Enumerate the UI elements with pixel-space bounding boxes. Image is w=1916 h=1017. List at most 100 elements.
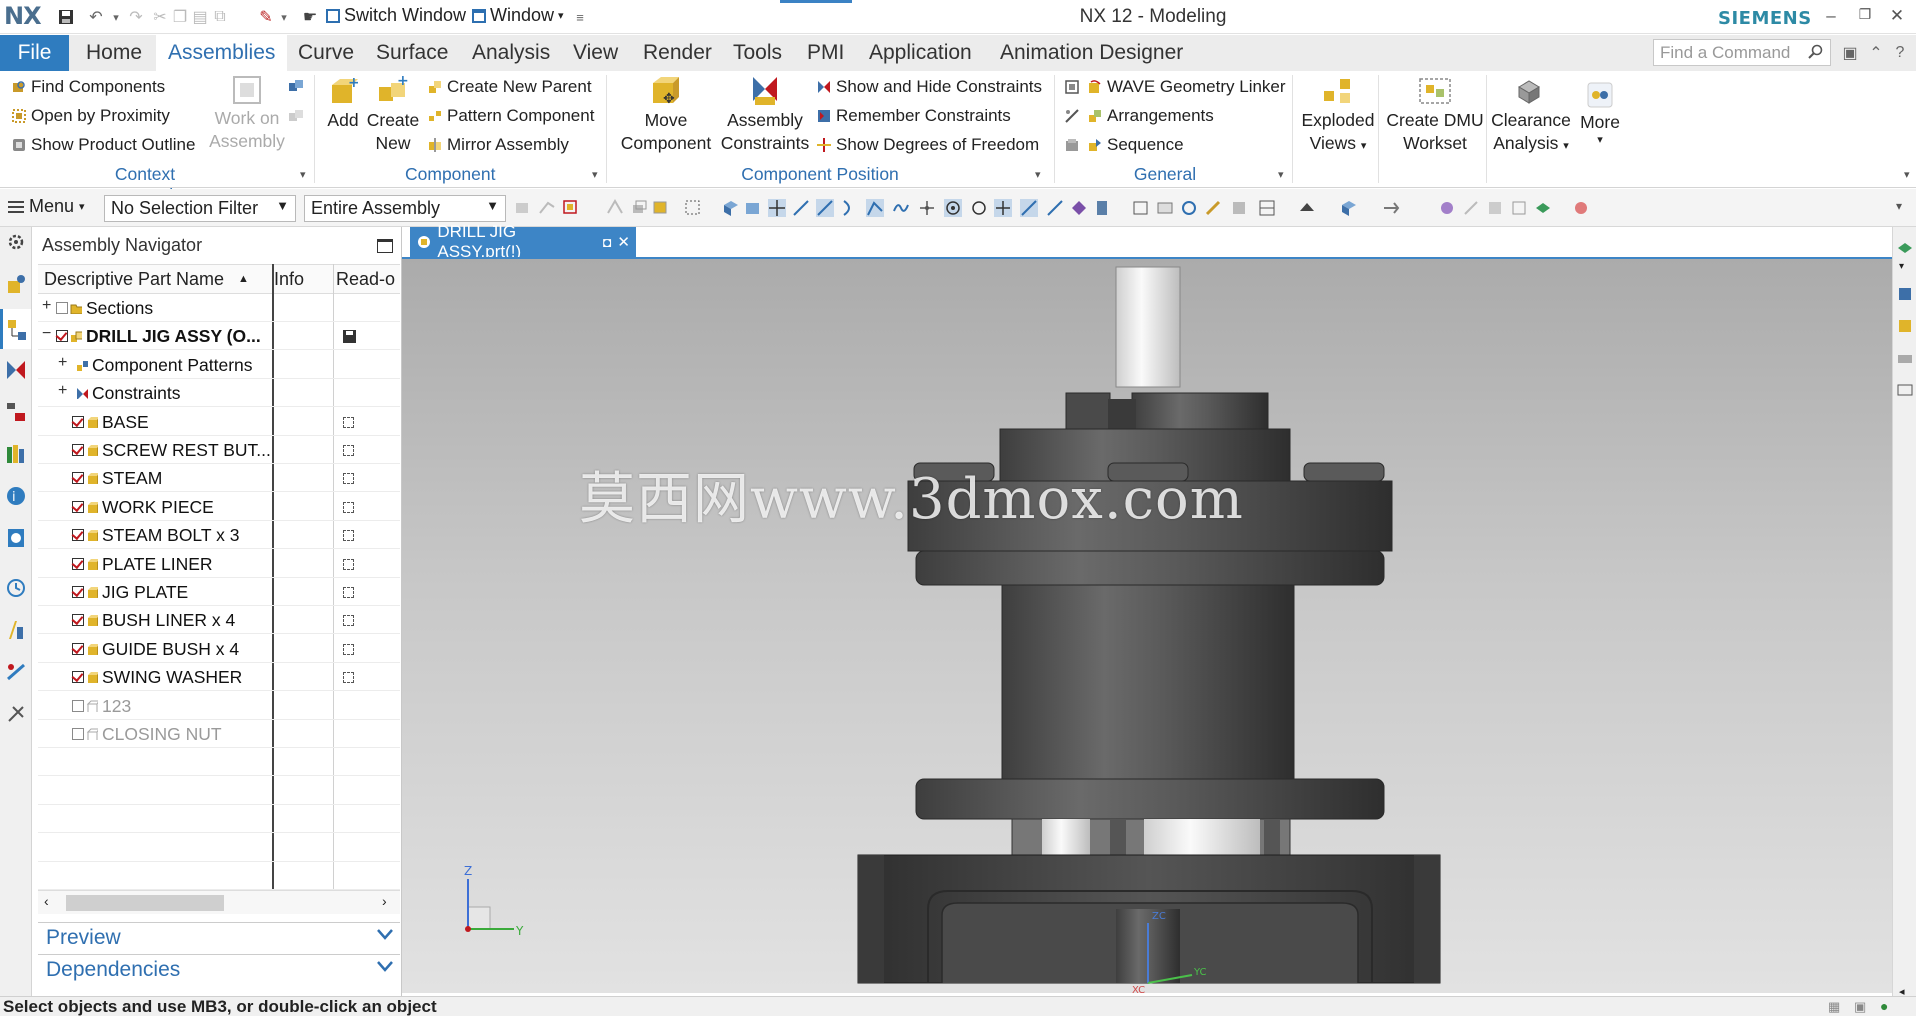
- visibility-checkbox[interactable]: [72, 586, 84, 598]
- visibility-checkbox[interactable]: [72, 472, 84, 485]
- tree-row[interactable]: + Constraints: [38, 379, 400, 408]
- sort-ascending-icon[interactable]: ▲: [238, 273, 249, 285]
- select-component-icon[interactable]: [652, 199, 670, 217]
- snap-point-icon[interactable]: [768, 199, 786, 217]
- visibility-checkbox[interactable]: [72, 728, 84, 740]
- measure-icon[interactable]: [1462, 199, 1480, 217]
- settings-gear-icon[interactable]: [5, 231, 27, 253]
- constraint-navigator-icon[interactable]: [5, 359, 27, 381]
- visibility-checkbox[interactable]: [72, 415, 84, 428]
- repeat-command-icon[interactable]: ✎: [256, 6, 276, 28]
- status-globe-icon[interactable]: ●: [1880, 998, 1888, 1014]
- toolbar-overflow-icon[interactable]: ▾: [1896, 199, 1902, 213]
- component-position-group-arrow-icon[interactable]: ▾: [1035, 168, 1041, 181]
- visibility-checkbox[interactable]: [72, 557, 84, 570]
- roles-palette-icon[interactable]: [1896, 285, 1914, 303]
- close-tab-icon[interactable]: ✕: [617, 233, 630, 251]
- close-button[interactable]: ✕: [1884, 6, 1910, 28]
- dependencies-panel-header[interactable]: Dependencies: [38, 954, 400, 984]
- visibility-checkbox[interactable]: [56, 330, 68, 343]
- process-studio-icon[interactable]: [5, 619, 27, 641]
- save-icon[interactable]: [56, 6, 76, 28]
- create-new-parent-button[interactable]: Create New Parent: [428, 77, 592, 97]
- minimize-ribbon-icon[interactable]: ⌃: [1866, 42, 1886, 64]
- tab-analysis[interactable]: Analysis: [470, 35, 552, 71]
- sequence-button[interactable]: Sequence: [1088, 135, 1184, 155]
- work-on-assembly-button[interactable]: Work on Assembly: [208, 75, 286, 153]
- select-feature-icon[interactable]: [606, 199, 624, 217]
- manufacturing-wizard-icon[interactable]: [5, 661, 27, 683]
- tab-curve[interactable]: Curve: [296, 35, 356, 71]
- column-info[interactable]: Info: [274, 269, 304, 290]
- collapse-icon[interactable]: −: [42, 325, 51, 343]
- delete-icon[interactable]: ⧉: [210, 6, 230, 28]
- visibility-checkbox[interactable]: [72, 699, 84, 712]
- graphics-window-tab[interactable]: DRILL JIG ASSY.prt(!) ◘ ✕: [410, 222, 636, 261]
- tree-row[interactable]: CLOSING NUT: [38, 720, 400, 748]
- visibility-checkbox[interactable]: [72, 671, 84, 684]
- context-small-icon-1[interactable]: [288, 79, 304, 95]
- view-orient-icon[interactable]: [1132, 199, 1150, 217]
- reuse-library-icon[interactable]: [5, 443, 27, 465]
- reuse-palette-icon[interactable]: [1896, 317, 1914, 335]
- find-command-input[interactable]: Find a Command: [1653, 39, 1831, 66]
- snap-pole-icon[interactable]: [1094, 199, 1112, 217]
- exploded-views-button[interactable]: Exploded Views ▾: [1298, 75, 1378, 158]
- snap-quadrant-icon[interactable]: [970, 199, 988, 217]
- arrangements-button[interactable]: Arrangements: [1088, 106, 1214, 126]
- general-group-arrow-icon[interactable]: ▾: [1278, 168, 1284, 181]
- visibility-checkbox[interactable]: [72, 642, 84, 655]
- visualization-icon[interactable]: [1896, 349, 1914, 367]
- cut-icon[interactable]: ✂: [150, 6, 170, 28]
- snap-tangent-icon[interactable]: [944, 199, 962, 217]
- help-icon[interactable]: ?: [1890, 42, 1910, 64]
- general-small-icon-1[interactable]: [1064, 79, 1080, 95]
- select-body-icon[interactable]: [630, 199, 648, 217]
- customize-quick-access-icon[interactable]: ≡: [570, 6, 590, 28]
- part-navigator-tree-icon[interactable]: [5, 401, 27, 423]
- redo-icon[interactable]: ↷: [126, 6, 146, 28]
- preview-panel-header[interactable]: Preview: [38, 922, 400, 952]
- graphics-viewport[interactable]: ZC YC XC Z Y 莫西网www.3dmox.com: [402, 259, 1892, 993]
- show-dof-button[interactable]: Show Degrees of Freedom: [817, 135, 1039, 155]
- wave-geometry-linker-button[interactable]: WAVE Geometry Linker: [1088, 77, 1286, 97]
- status-icon-2[interactable]: ▣: [1854, 999, 1866, 1015]
- tab-assemblies[interactable]: Assemblies: [156, 35, 288, 71]
- assembly-constraints-button[interactable]: Assembly Constraints: [716, 75, 814, 155]
- edge-display-icon[interactable]: [1298, 199, 1316, 217]
- tab-surface[interactable]: Surface: [374, 35, 450, 71]
- view-solid-icon[interactable]: [722, 199, 740, 217]
- show-hide-constraints-button[interactable]: Show and Hide Constraints: [817, 77, 1042, 97]
- tab-pmi[interactable]: PMI: [805, 35, 846, 71]
- hd3d-tools-icon[interactable]: i: [5, 485, 27, 507]
- tab-render[interactable]: Render: [641, 35, 714, 71]
- maximize-navigator-icon[interactable]: [377, 239, 393, 253]
- tab-options-icon[interactable]: ◘: [603, 234, 611, 250]
- visibility-checkbox[interactable]: [72, 529, 84, 542]
- tree-row[interactable]: STEAM BOLT x 3: [38, 521, 400, 550]
- column-read-only[interactable]: Read-o: [336, 269, 395, 290]
- snap-bounded-grid-icon[interactable]: [1070, 199, 1088, 217]
- ribbon-overflow-icon[interactable]: ▾: [1904, 168, 1910, 181]
- tab-application[interactable]: Application: [867, 35, 974, 71]
- paste-icon[interactable]: ▤: [190, 6, 210, 28]
- clearance-analysis-button[interactable]: Clearance Analysis ▾: [1490, 75, 1572, 158]
- window-menu-button[interactable]: Window ▾: [472, 5, 564, 26]
- tree-row[interactable]: GUIDE BUSH x 4: [38, 635, 400, 663]
- tree-row[interactable]: + Sections: [38, 294, 400, 322]
- roles-icon[interactable]: [5, 703, 27, 725]
- assembly-navigator-tab[interactable]: [0, 309, 31, 349]
- zoom-icon[interactable]: [1230, 199, 1248, 217]
- show-product-outline-button[interactable]: Show Product Outline: [12, 135, 195, 155]
- tree-row[interactable]: 123: [38, 692, 400, 720]
- create-new-button[interactable]: + Create New: [366, 75, 420, 155]
- visibility-checkbox[interactable]: [56, 302, 68, 314]
- expand-icon[interactable]: +: [58, 354, 67, 372]
- rectangle-select-icon[interactable]: [684, 199, 702, 217]
- select-mode-icon[interactable]: [562, 199, 580, 217]
- assembly-load-icon[interactable]: [1572, 199, 1590, 217]
- switch-window-button[interactable]: Switch Window: [326, 5, 466, 26]
- pan-icon[interactable]: [1204, 199, 1222, 217]
- snap-icon[interactable]: [538, 199, 556, 217]
- clip-icon[interactable]: [1486, 199, 1504, 217]
